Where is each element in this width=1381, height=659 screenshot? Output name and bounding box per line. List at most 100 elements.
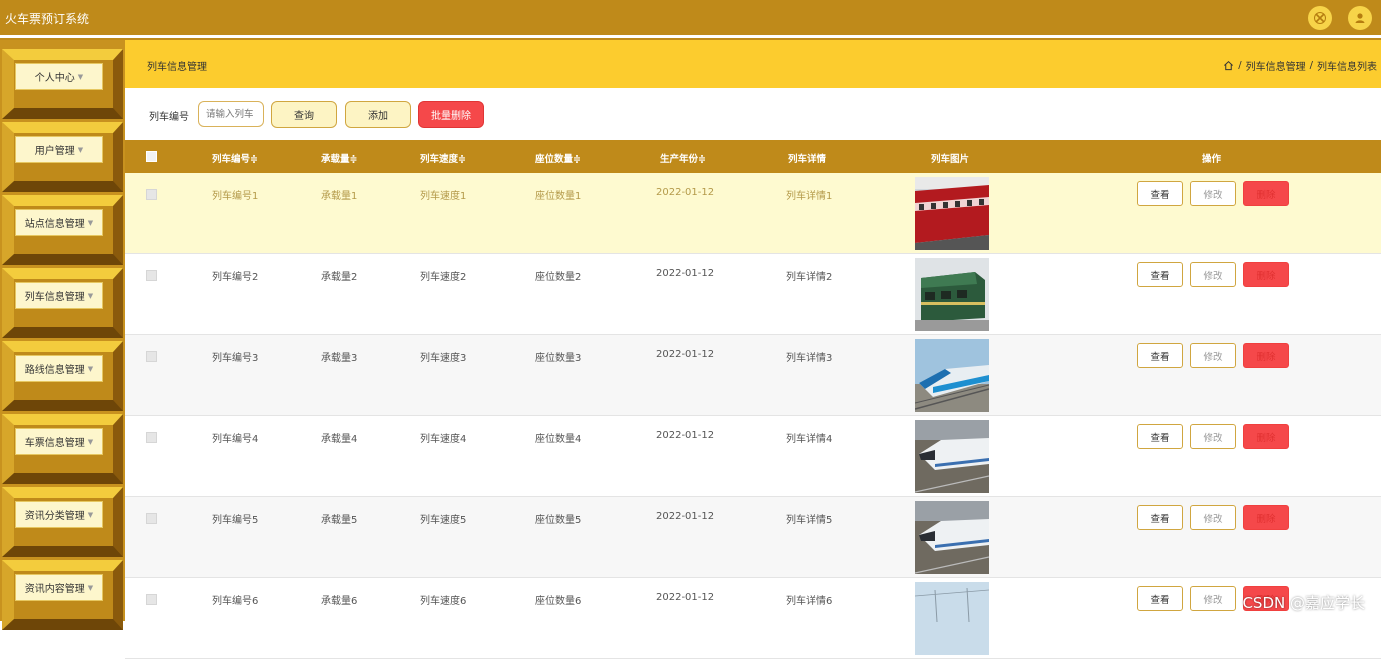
delete-button[interactable]: 删除 [1243,343,1289,368]
sidebar-item-station-info[interactable]: 站点信息管理▼ [2,195,123,265]
sidebar-item-train-info[interactable]: 列车信息管理▼ [2,268,123,338]
sidebar-item-news-category[interactable]: 资讯分类管理▼ [2,487,123,557]
chevron-down-icon: ▼ [78,73,83,81]
sidebar-item-label: 站点信息管理 [25,215,85,230]
cell-seats: 座位数量5 [535,511,581,526]
column-header-image: 列车图片 [931,151,969,165]
train-image-white-bullet-train[interactable] [915,420,989,493]
sidebar-item-route-info[interactable]: 路线信息管理▼ [2,341,123,411]
cell-seats: 座位数量6 [535,592,581,607]
table-row[interactable]: 列车编号2 承载量2 列车速度2 座位数量2 2022-01-12 列车详情2 … [125,254,1381,335]
sidebar-item-user-management[interactable]: 用户管理▼ [2,122,123,192]
cell-year: 2022-01-12 [656,349,714,360]
cell-capacity: 承载量5 [321,511,357,526]
view-button[interactable]: 查看 [1137,505,1183,530]
train-image-green-locomotive[interactable] [915,258,989,331]
view-button[interactable]: 查看 [1137,262,1183,287]
chevron-down-icon: ▼ [88,219,93,227]
chevron-down-icon: ▼ [88,292,93,300]
chevron-down-icon: ▼ [88,365,93,373]
row-checkbox[interactable] [146,189,157,200]
row-checkbox[interactable] [146,432,157,443]
table-row[interactable]: 列车编号6 承载量6 列车速度6 座位数量6 2022-01-12 列车详情6 … [125,578,1381,659]
page-title: 列车信息管理 [147,58,207,73]
train-image-sky-wires[interactable] [915,582,989,655]
query-button[interactable]: 查询 [271,101,337,128]
column-header-train-no[interactable]: 列车编号≑ [212,151,258,165]
row-checkbox[interactable] [146,594,157,605]
cell-seats: 座位数量2 [535,268,581,283]
cell-detail: 列车详情1 [786,187,832,202]
chevron-down-icon: ▼ [88,584,93,592]
column-header-capacity[interactable]: 承载量≑ [321,151,357,165]
watermark: CSDN @嘉应学长 [1242,592,1365,613]
sidebar-item-personal-center[interactable]: 个人中心▼ [2,49,123,119]
sidebar-item-ticket-info[interactable]: 车票信息管理▼ [2,414,123,484]
edit-button[interactable]: 修改 [1190,505,1236,530]
cell-speed: 列车速度5 [420,511,466,526]
view-button[interactable]: 查看 [1137,586,1183,611]
edit-button[interactable]: 修改 [1190,424,1236,449]
sidebar-item-label: 路线信息管理 [25,361,85,376]
column-header-detail: 列车详情 [788,151,826,165]
cell-year: 2022-01-12 [656,511,714,522]
sidebar-item-news-content[interactable]: 资讯内容管理▼ [2,560,123,630]
column-header-seats[interactable]: 座位数量≑ [535,151,581,165]
train-image-blue-emu[interactable] [915,339,989,412]
view-button[interactable]: 查看 [1137,424,1183,449]
page-header: 列车信息管理 / 列车信息管理 / 列车信息列表 [125,40,1381,88]
batch-delete-button[interactable]: 批量删除 [418,101,484,128]
train-image-white-bullet-train[interactable] [915,501,989,574]
user-icon[interactable] [1348,6,1372,30]
table-row[interactable]: 列车编号4 承载量4 列车速度4 座位数量4 2022-01-12 列车详情4 … [125,416,1381,497]
train-no-label: 列车编号 [149,108,189,123]
delete-button[interactable]: 删除 [1243,181,1289,206]
sidebar: 个人中心▼ 用户管理▼ 站点信息管理▼ 列车信息管理▼ 路线信息管理▼ 车票信息… [0,40,125,621]
add-button[interactable]: 添加 [345,101,411,128]
select-all-checkbox[interactable] [146,151,157,162]
cell-detail: 列车详情3 [786,349,832,364]
breadcrumb-item[interactable]: 列车信息管理 [1246,58,1306,73]
close-icon[interactable] [1308,6,1332,30]
delete-button[interactable]: 删除 [1243,424,1289,449]
train-no-input[interactable] [198,101,264,127]
edit-button[interactable]: 修改 [1190,181,1236,206]
cell-speed: 列车速度6 [420,592,466,607]
table-row[interactable]: 列车编号3 承载量3 列车速度3 座位数量3 2022-01-12 列车详情3 … [125,335,1381,416]
top-bar: 火车票预订系统 [0,0,1381,35]
table-row[interactable]: 列车编号5 承载量5 列车速度5 座位数量5 2022-01-12 列车详情5 … [125,497,1381,578]
delete-button[interactable]: 删除 [1243,262,1289,287]
delete-button[interactable]: 删除 [1243,505,1289,530]
column-header-year[interactable]: 生产年份≑ [660,151,706,165]
cell-year: 2022-01-12 [656,592,714,603]
row-checkbox[interactable] [146,513,157,524]
sidebar-item-label: 个人中心 [35,69,75,84]
cell-train-no: 列车编号1 [212,187,258,202]
cell-capacity: 承载量2 [321,268,357,283]
edit-button[interactable]: 修改 [1190,262,1236,287]
cell-detail: 列车详情6 [786,592,832,607]
cell-seats: 座位数量1 [535,187,581,202]
column-header-actions: 操作 [1202,151,1221,165]
train-image-red-train[interactable] [915,177,989,250]
cell-detail: 列车详情2 [786,268,832,283]
cell-train-no: 列车编号5 [212,511,258,526]
cell-capacity: 承载量4 [321,430,357,445]
cell-train-no: 列车编号3 [212,349,258,364]
cell-detail: 列车详情4 [786,430,832,445]
cell-capacity: 承载量6 [321,592,357,607]
sidebar-item-label: 资讯内容管理 [25,580,85,595]
edit-button[interactable]: 修改 [1190,343,1236,368]
app-title: 火车票预订系统 [5,10,89,27]
edit-button[interactable]: 修改 [1190,586,1236,611]
breadcrumb-separator: / [1238,60,1241,71]
view-button[interactable]: 查看 [1137,343,1183,368]
view-button[interactable]: 查看 [1137,181,1183,206]
home-icon[interactable] [1223,60,1234,71]
table-row[interactable]: 列车编号1 承载量1 列车速度1 座位数量1 2022-01-12 列车详情1 … [125,173,1381,254]
column-header-speed[interactable]: 列车速度≑ [420,151,466,165]
row-checkbox[interactable] [146,270,157,281]
cell-speed: 列车速度2 [420,268,466,283]
row-checkbox[interactable] [146,351,157,362]
chevron-down-icon: ▼ [78,146,83,154]
